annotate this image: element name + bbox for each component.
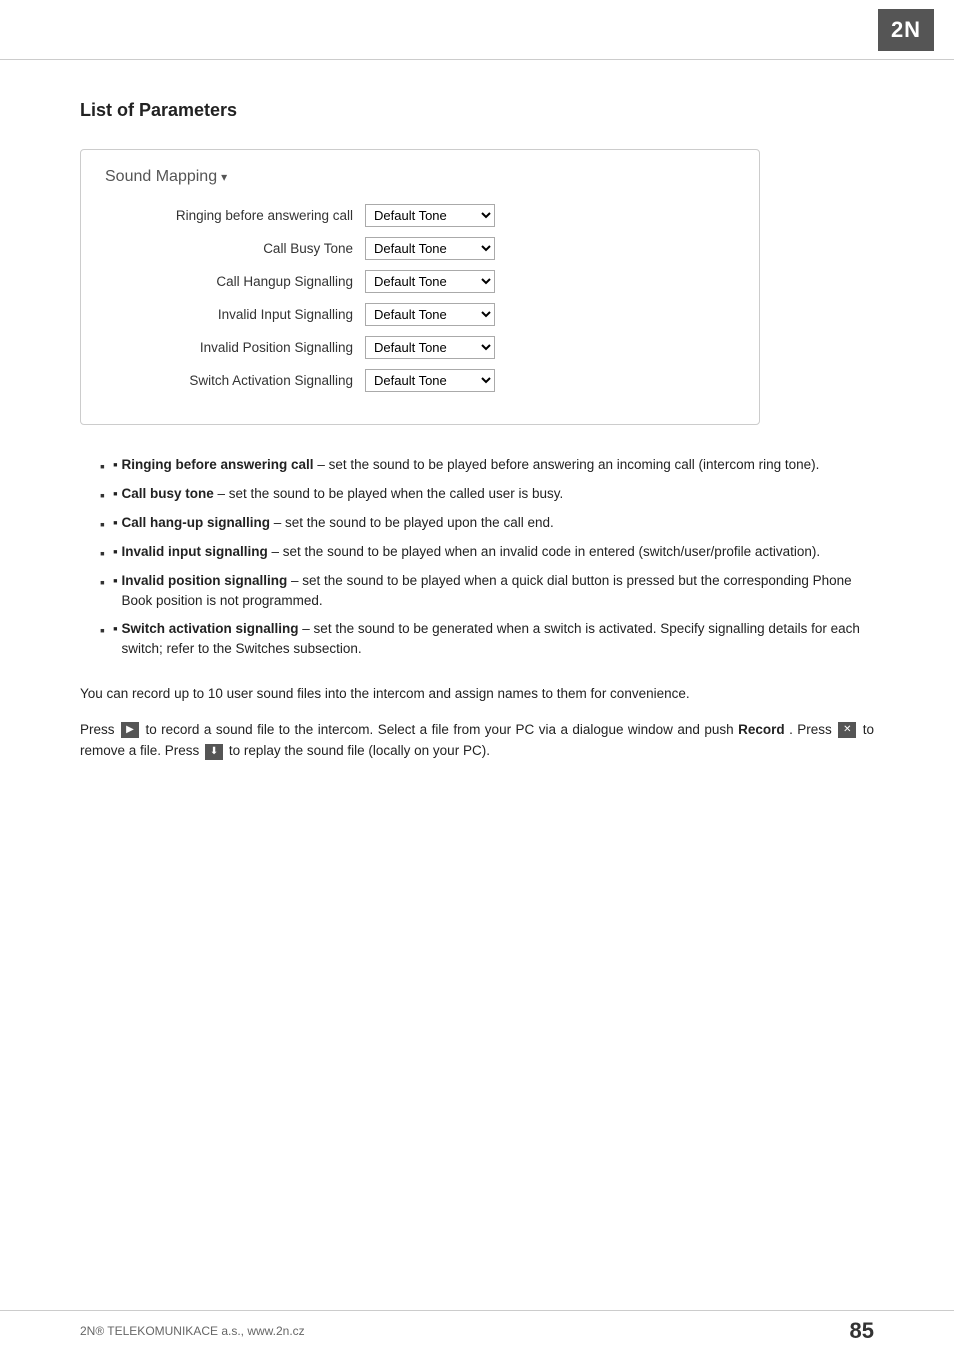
list-item-text: Call hang-up signalling – set the sound … [122,513,554,533]
list-item-text: Call busy tone – set the sound to be pla… [122,484,564,504]
list-item-text: Invalid position signalling – set the so… [122,571,874,612]
record-bold: Record [738,722,785,737]
list-item-text: Ringing before answering call – set the … [122,455,820,475]
page-title: List of Parameters [80,100,874,121]
param-select-0[interactable]: Default Tone [365,204,495,227]
list-item-text: Switch activation signalling – set the s… [122,619,874,660]
bullet-list: ▪ Ringing before answering call – set th… [100,455,874,659]
list-item: ▪ Ringing before answering call – set th… [100,455,874,477]
main-content: List of Parameters Sound Mapping ▾ Ringi… [0,60,954,856]
desc-para-2e: to replay the sound file (locally on you… [229,743,490,758]
param-select-2[interactable]: Default Tone [365,270,495,293]
param-row: Switch Activation Signalling Default Ton… [105,369,735,392]
desc-para-2c: . Press [789,722,836,737]
param-label-3: Invalid Input Signalling [105,307,365,322]
param-row: Call Busy Tone Default Tone [105,237,735,260]
param-select-3[interactable]: Default Tone [365,303,495,326]
top-bar: 2N [0,0,954,60]
chevron-down-icon[interactable]: ▾ [221,170,227,184]
list-item: ▪ Switch activation signalling – set the… [100,619,874,660]
param-label-5: Switch Activation Signalling [105,373,365,388]
list-item: ▪ Invalid position signalling – set the … [100,571,874,612]
section-header: Sound Mapping ▾ [105,168,735,186]
footer-left: 2N® TELEKOMUNIKACE a.s., www.2n.cz [80,1324,305,1338]
param-label-4: Invalid Position Signalling [105,340,365,355]
param-label-0: Ringing before answering call [105,208,365,223]
desc-para-2b: to record a sound file to the intercom. … [145,722,738,737]
param-label-2: Call Hangup Signalling [105,274,365,289]
remove-icon[interactable]: ✕ [838,722,856,738]
param-row: Invalid Position Signalling Default Tone [105,336,735,359]
footer: 2N® TELEKOMUNIKACE a.s., www.2n.cz 85 [0,1310,954,1350]
list-item: ▪ Call hang-up signalling – set the soun… [100,513,874,535]
list-item-text: Invalid input signalling – set the sound… [122,542,821,562]
param-select-1[interactable]: Default Tone [365,237,495,260]
param-select-5[interactable]: Default Tone [365,369,495,392]
list-item: ▪ Call busy tone – set the sound to be p… [100,484,874,506]
desc-para-2a: Press [80,722,119,737]
sound-mapping-box: Sound Mapping ▾ Ringing before answering… [80,149,760,425]
list-item: ▪ Invalid input signalling – set the sou… [100,542,874,564]
param-row: Call Hangup Signalling Default Tone [105,270,735,293]
logo: 2N [878,9,934,51]
desc-para-1: You can record up to 10 user sound files… [80,683,874,705]
desc-para-2: Press ▶ to record a sound file to the in… [80,719,874,762]
param-row: Invalid Input Signalling Default Tone [105,303,735,326]
replay-icon[interactable]: ⬇ [205,744,223,760]
param-label-1: Call Busy Tone [105,241,365,256]
footer-page-number: 85 [850,1318,874,1344]
param-row: Ringing before answering call Default To… [105,204,735,227]
play-icon[interactable]: ▶ [121,722,139,738]
param-select-4[interactable]: Default Tone [365,336,495,359]
section-header-label: Sound Mapping [105,168,217,186]
